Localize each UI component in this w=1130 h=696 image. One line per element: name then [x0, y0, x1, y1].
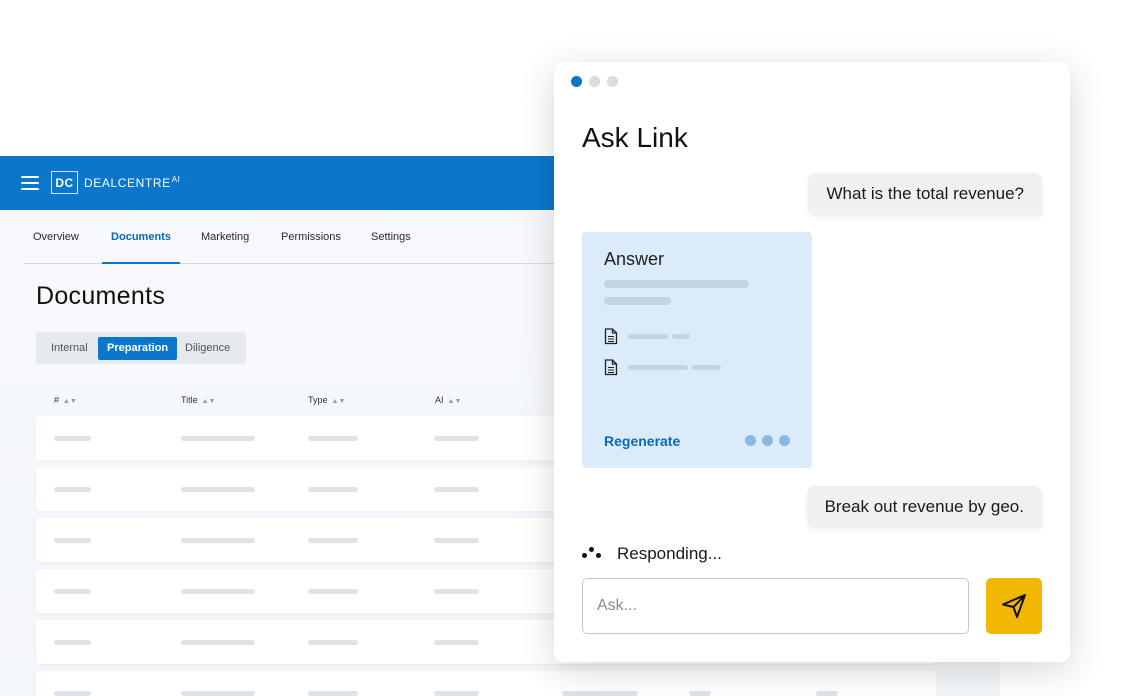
typing-dot	[582, 553, 587, 558]
window-dot[interactable]	[607, 76, 618, 87]
document-icon[interactable]	[604, 359, 618, 376]
column-header-title-label: Title	[181, 395, 198, 405]
sort-icon: ▲▼	[447, 398, 462, 405]
cell-placeholder	[434, 640, 479, 645]
cell-placeholder	[54, 436, 91, 441]
tab-permissions[interactable]: Permissions	[281, 210, 341, 264]
typing-dot	[596, 553, 601, 558]
paper-plane-icon	[1002, 594, 1026, 618]
cell-placeholder	[181, 691, 255, 696]
sort-icon: ▲▼	[201, 398, 216, 405]
brand-suffix: AI	[171, 175, 181, 184]
user-message: What is the total revenue?	[808, 173, 1042, 215]
answer-text-placeholder	[604, 297, 671, 305]
column-header-number[interactable]: # ▲▼	[54, 395, 77, 405]
cell-placeholder	[54, 487, 91, 492]
cell-placeholder	[434, 691, 479, 696]
segment-diligence[interactable]: Diligence	[176, 337, 239, 360]
cell-placeholder	[54, 640, 91, 645]
column-header-type-label: Type	[308, 395, 328, 405]
answer-text-placeholder	[604, 280, 749, 288]
tab-documents[interactable]: Documents	[102, 210, 180, 264]
user-message: Break out revenue by geo.	[806, 486, 1042, 528]
page-title: Documents	[36, 282, 166, 310]
document-icon[interactable]	[604, 328, 618, 345]
column-header-type[interactable]: Type ▲▼	[308, 395, 345, 405]
tab-marketing[interactable]: Marketing	[201, 210, 249, 264]
cell-placeholder	[181, 487, 255, 492]
cell-placeholder	[181, 589, 255, 594]
brand-name: DEALCENTREAI	[84, 175, 180, 190]
cell-placeholder	[308, 436, 358, 441]
cell-placeholder	[434, 538, 479, 543]
typing-dot	[589, 547, 594, 552]
logo-badge: DC	[51, 171, 78, 194]
column-header-ai[interactable]: AI ▲▼	[435, 395, 461, 405]
sort-icon: ▲▼	[63, 398, 77, 405]
cell-placeholder	[54, 538, 91, 543]
cell-placeholder	[308, 691, 358, 696]
loading-dot	[762, 435, 773, 446]
brand-name-text: DEALCENTRE	[84, 176, 171, 190]
cell-placeholder	[54, 589, 91, 594]
send-button[interactable]	[986, 578, 1042, 634]
tab-settings[interactable]: Settings	[371, 210, 411, 264]
window-dot-active[interactable]	[571, 76, 582, 87]
cell-placeholder	[689, 691, 711, 696]
segmented-control: Internal Preparation Diligence	[36, 332, 246, 364]
loading-dot	[745, 435, 756, 446]
cell-placeholder	[54, 691, 91, 696]
window-dot[interactable]	[589, 76, 600, 87]
cell-placeholder	[308, 487, 358, 492]
cell-placeholder	[308, 640, 358, 645]
loading-dot	[779, 435, 790, 446]
source-placeholder	[672, 334, 690, 339]
ask-input[interactable]	[582, 578, 969, 634]
column-header-number-label: #	[54, 395, 60, 405]
typing-indicator-icon	[582, 546, 606, 560]
cell-placeholder	[181, 538, 255, 543]
segment-preparation[interactable]: Preparation	[98, 337, 178, 360]
column-header-title[interactable]: Title ▲▼	[181, 395, 216, 405]
cell-placeholder	[562, 691, 638, 696]
chat-title: Ask Link	[582, 122, 688, 153]
source-placeholder	[628, 334, 668, 339]
cell-placeholder	[434, 487, 479, 492]
source-placeholder	[691, 365, 721, 370]
answer-card: Answer Regenerate	[582, 232, 812, 468]
status-text: Responding...	[617, 544, 722, 563]
hamburger-menu-icon[interactable]	[21, 176, 39, 190]
segment-internal[interactable]: Internal	[42, 337, 97, 360]
tab-overview[interactable]: Overview	[33, 210, 79, 264]
regenerate-button[interactable]: Regenerate	[604, 433, 680, 449]
cell-placeholder	[434, 589, 479, 594]
answer-title: Answer	[604, 249, 665, 269]
cell-placeholder	[308, 589, 358, 594]
source-placeholder	[628, 365, 688, 370]
cell-placeholder	[816, 691, 838, 696]
table-row[interactable]	[36, 671, 936, 696]
ask-link-panel: Ask Link What is the total revenue? Answ…	[554, 62, 1070, 662]
cell-placeholder	[308, 538, 358, 543]
cell-placeholder	[434, 436, 479, 441]
cell-placeholder	[181, 640, 255, 645]
column-header-ai-label: AI	[435, 395, 444, 405]
cell-placeholder	[181, 436, 255, 441]
sort-icon: ▲▼	[331, 398, 346, 405]
nav-tabs: Overview Documents Marketing Permissions…	[24, 210, 564, 264]
